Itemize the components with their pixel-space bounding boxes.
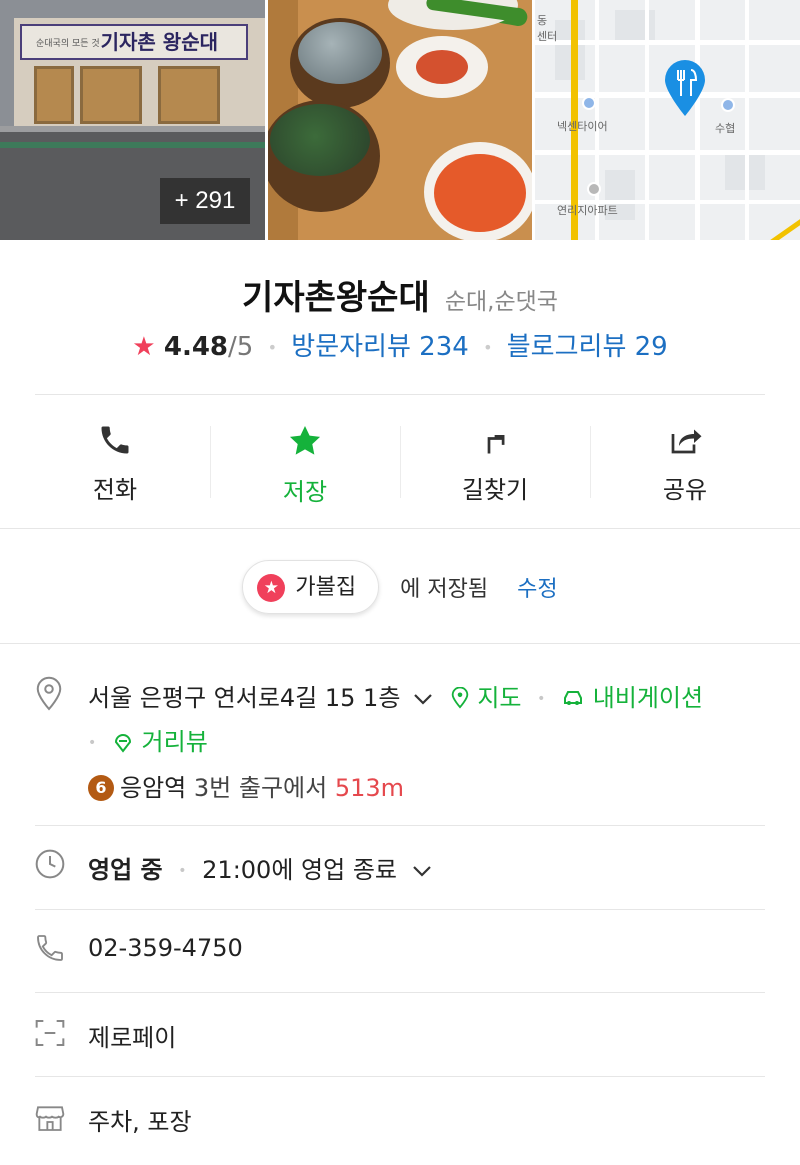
photo-count-badge[interactable]: + 291 xyxy=(160,178,250,224)
divider xyxy=(35,394,765,395)
call-button[interactable]: 전화 xyxy=(20,410,210,515)
rating-star-icon: ★ xyxy=(132,332,156,362)
map-link[interactable]: 지도 xyxy=(450,684,529,712)
saved-status-text: 에 저장됨 xyxy=(400,577,489,602)
map-pin-icon xyxy=(451,686,468,709)
phone-icon xyxy=(37,935,63,961)
metro-info: 6 응암역 3번 출구에서 513m xyxy=(88,768,404,803)
payment-row: 제로페이 xyxy=(0,1014,800,1060)
poi-icon xyxy=(582,96,596,110)
chevron-down-icon[interactable] xyxy=(411,856,433,884)
edit-saved-link[interactable]: 수정 xyxy=(517,577,557,602)
divider xyxy=(35,909,765,910)
hours-row[interactable]: 영업 중 • 21:00에 영업 종료 xyxy=(0,846,800,892)
hours-detail: 21:00에 영업 종료 xyxy=(202,856,397,884)
saved-row: ★ 가볼집 에 저장됨 수정 xyxy=(0,560,800,614)
saved-folder-chip[interactable]: ★ 가볼집 xyxy=(242,560,380,614)
divider xyxy=(0,643,800,644)
divider xyxy=(35,992,765,993)
payment-text: 제로페이 xyxy=(88,1024,177,1052)
save-button[interactable]: 저장 xyxy=(210,410,400,515)
divider xyxy=(35,1076,765,1077)
photo-strip: 순대국의 모든 것 기자촌 왕순대 + 291 동 센터 넥센타이어 수협 연리… xyxy=(0,0,800,240)
visitor-reviews-link[interactable]: 방문자리뷰 234 xyxy=(291,332,469,362)
place-category: 순대,순댓국 xyxy=(444,289,558,315)
map-thumbnail[interactable]: 동 센터 넥센타이어 수협 연리지아파트 xyxy=(535,0,800,240)
share-icon xyxy=(671,429,702,454)
divider xyxy=(35,825,765,826)
storefront-sign: 순대국의 모든 것 기자촌 왕순대 xyxy=(20,24,248,60)
payment-scan-icon xyxy=(35,1020,65,1046)
street-view-icon xyxy=(114,734,131,753)
storefront-photo[interactable]: 순대국의 모든 것 기자촌 왕순대 + 291 xyxy=(0,0,265,240)
rating-score: 4.48 xyxy=(163,332,229,362)
restaurant-pin-icon xyxy=(665,60,705,116)
action-bar: 전화 저장 길찾기 공유 xyxy=(20,410,780,515)
phone-icon xyxy=(101,426,129,454)
poi-icon xyxy=(721,98,735,112)
directions-icon xyxy=(487,435,505,454)
place-name: 기자촌왕순대 xyxy=(242,278,430,318)
share-button[interactable]: 공유 xyxy=(590,410,780,515)
clock-icon xyxy=(35,849,65,879)
street-view-link[interactable]: 거리뷰 xyxy=(112,728,208,756)
poi-icon xyxy=(587,182,601,196)
metro-exit: 3번 출구에서 xyxy=(193,774,328,802)
address-section: 서울 은평구 연서로4길 15 1층 지도 • 내비게이션 • 거리뷰 6 응암역… xyxy=(0,672,800,812)
divider xyxy=(0,528,800,529)
hours-status: 영업 중 xyxy=(88,856,163,884)
store-icon xyxy=(35,1106,65,1131)
phone-row[interactable]: 02-359-4750 xyxy=(0,930,800,976)
metro-line-badge: 6 xyxy=(88,775,114,801)
location-pin-icon xyxy=(36,676,62,711)
car-icon xyxy=(564,691,583,705)
directions-button[interactable]: 길찾기 xyxy=(400,410,590,515)
folder-star-icon: ★ xyxy=(257,574,286,602)
facilities-text: 주차, 포장 xyxy=(88,1108,192,1136)
star-icon xyxy=(289,425,321,455)
address-text: 서울 은평구 연서로4길 15 1층 xyxy=(88,684,401,712)
navigation-link[interactable]: 내비게이션 xyxy=(561,684,703,712)
title-row: 기자촌왕순대 순대,순댓국 xyxy=(0,270,800,319)
chevron-down-icon[interactable] xyxy=(412,684,434,712)
food-photo[interactable] xyxy=(268,0,532,240)
rating-row: ★ 4.48/5 • 방문자리뷰 234 • 블로그리뷰 29 xyxy=(132,332,668,362)
blog-reviews-link[interactable]: 블로그리뷰 29 xyxy=(507,332,668,362)
metro-distance: 513m xyxy=(334,774,405,802)
facilities-row: 주차, 포장 xyxy=(0,1098,800,1144)
phone-number[interactable]: 02-359-4750 xyxy=(88,934,243,962)
metro-station: 응암역 xyxy=(120,774,187,802)
rating-max: /5 xyxy=(228,332,254,362)
